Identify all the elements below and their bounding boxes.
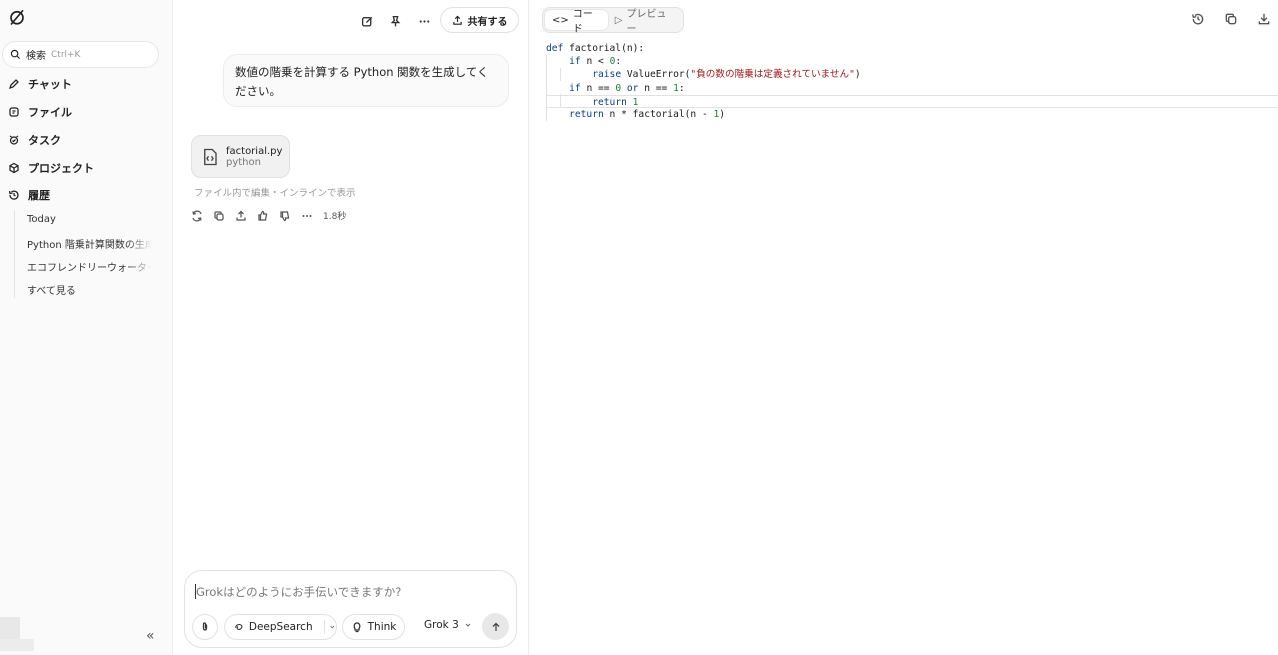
artifact-panel: <> コード ▷ プレビュー def factorial(n): if n < …: [528, 0, 1278, 655]
share-label: 共有する: [467, 16, 508, 28]
more-icon: [419, 19, 429, 23]
sidebar: 検索 Ctrl+K チャット ファイル タスク プロジェクト 履歴 Today …: [0, 0, 173, 655]
copy-icon[interactable]: [1224, 12, 1238, 26]
code-icon: <>: [552, 14, 569, 26]
share-icon: [452, 15, 462, 25]
attach-button[interactable]: [192, 614, 218, 640]
sidebar-item-history[interactable]: 履歴: [8, 185, 50, 205]
deepsearch-label: DeepSearch: [248, 621, 313, 633]
tab-label: コード: [572, 9, 593, 35]
file-type: python: [226, 156, 261, 168]
sidebar-item-label: ファイル: [28, 106, 72, 119]
more-icon[interactable]: [301, 210, 313, 222]
message-input[interactable]: Grokはどのようにお手伝いできますか?: [196, 584, 401, 600]
sidebar-item-tasks[interactable]: タスク: [8, 130, 61, 150]
sidebar-item-label: タスク: [28, 134, 61, 147]
play-icon: ▷: [614, 14, 623, 26]
code-line: return n * factorial(n - 1): [569, 108, 726, 120]
model-selector[interactable]: Grok 3: [424, 619, 472, 631]
file-name: factorial.py: [226, 145, 283, 157]
history-icon: [8, 190, 19, 200]
history-item[interactable]: Python 階乗計算関数の生成: [27, 236, 152, 251]
deepsearch-icon: [235, 624, 243, 630]
more-button[interactable]: [415, 12, 433, 30]
code-line: if n == 0 or n == 1:: [569, 82, 685, 94]
divider: [323, 620, 325, 634]
version-history-icon[interactable]: [1191, 12, 1205, 26]
project-icon: [9, 162, 19, 174]
chat-icon: [9, 79, 19, 89]
share-button[interactable]: 共有する: [440, 7, 519, 33]
pin-icon: [390, 15, 400, 26]
tab-code[interactable]: <> コード: [545, 9, 608, 35]
chevron-down-icon[interactable]: [329, 623, 336, 631]
edit-icon: [361, 16, 372, 27]
think-button[interactable]: Think: [342, 614, 405, 640]
history-divider: [14, 210, 15, 298]
search-input[interactable]: 検索 Ctrl+K: [2, 41, 159, 68]
file-card[interactable]: factorial.py python: [191, 135, 290, 178]
pin-button[interactable]: [386, 12, 404, 30]
search-shortcut: Ctrl+K: [51, 49, 81, 60]
model-label: Grok 3: [424, 619, 459, 631]
new-chat-button[interactable]: [358, 12, 376, 30]
code-line: raise ValueError("負の数の階乗は定義されていません"): [592, 69, 861, 81]
account-placeholder: [0, 639, 34, 651]
code-editor[interactable]: def factorial(n): if n < 0: raise ValueE…: [546, 42, 1278, 121]
code-line: return 1: [546, 94, 1278, 108]
composer: Grokはどのようにお手伝いできますか? DeepSearch Think Gr…: [184, 570, 517, 648]
code-line: def factorial(n):: [546, 43, 645, 54]
chevron-down-icon: [465, 623, 471, 627]
send-button[interactable]: [482, 613, 509, 640]
sidebar-item-files[interactable]: ファイル: [8, 102, 72, 122]
lightbulb-icon: [353, 622, 361, 633]
response-time: 1.8秒: [323, 212, 347, 222]
history-group-label: Today: [27, 214, 56, 225]
sidebar-item-label: 履歴: [28, 189, 50, 202]
chat-column: 共有する 数値の階乗を計算する Python 関数を生成してください。 fact…: [173, 0, 528, 655]
regenerate-icon[interactable]: [191, 210, 203, 222]
grok-logo-icon[interactable]: [8, 8, 26, 26]
sidebar-item-label: プロジェクト: [28, 162, 94, 175]
copy-icon[interactable]: [213, 210, 225, 222]
thumbs-down-icon[interactable]: [279, 210, 291, 222]
thumbs-up-icon[interactable]: [257, 210, 269, 222]
sidebar-item-projects[interactable]: プロジェクト: [8, 158, 94, 178]
code-file-icon: [204, 148, 217, 165]
history-see-all-link[interactable]: すべて見る: [27, 282, 152, 297]
code-line: if n < 0:: [569, 56, 622, 68]
avatar[interactable]: [0, 617, 20, 639]
download-icon[interactable]: [1257, 12, 1271, 26]
history-item[interactable]: エコフレンドリーウォーター: [27, 259, 152, 274]
paperclip-icon: [202, 622, 208, 631]
search-label: 検索: [26, 51, 46, 62]
think-label: Think: [367, 621, 397, 633]
deepsearch-button[interactable]: DeepSearch: [224, 614, 337, 640]
response-actions: 1.8秒: [191, 209, 346, 222]
user-message: 数値の階乗を計算する Python 関数を生成してください。: [223, 54, 509, 107]
tab-label: プレビュー: [626, 9, 667, 35]
sidebar-item-label: チャット: [28, 78, 72, 91]
tab-preview[interactable]: ▷ プレビュー: [608, 9, 681, 35]
arrow-up-icon: [492, 622, 499, 631]
file-hint: ファイル内で編集・インラインで表示: [194, 188, 356, 199]
task-icon: [9, 135, 19, 145]
collapse-sidebar-button[interactable]: «: [146, 628, 155, 644]
view-tabs: <> コード ▷ プレビュー: [542, 7, 684, 35]
share-response-icon[interactable]: [235, 210, 247, 222]
file-icon: [9, 107, 19, 117]
sidebar-item-chat[interactable]: チャット: [8, 74, 72, 94]
search-icon: [10, 49, 21, 60]
